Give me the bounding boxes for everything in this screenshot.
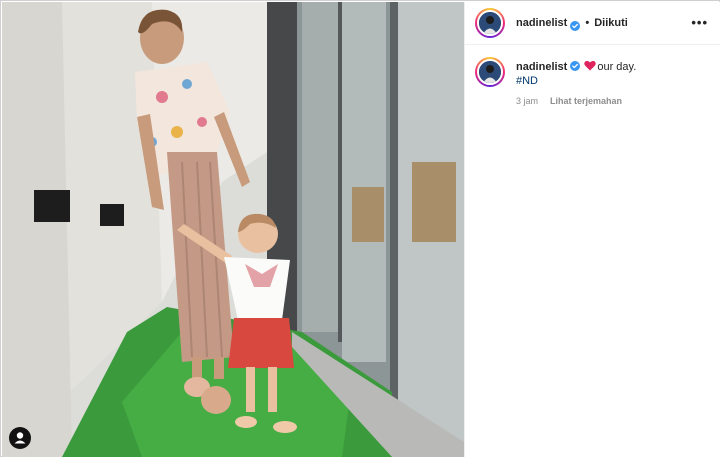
post-photo[interactable]	[2, 2, 464, 457]
profile-avatar[interactable]	[475, 8, 505, 38]
instagram-post-window: nadinelist • Diikuti ••• nadinelist our …	[0, 0, 720, 457]
caption-avatar[interactable]	[475, 57, 505, 87]
post-caption: nadinelist our day. #ND 3 jam Lihat terjem…	[465, 45, 720, 108]
photo-illustration	[2, 2, 464, 457]
more-options-icon[interactable]: •••	[691, 16, 708, 29]
caption-text: our day.	[597, 61, 637, 73]
follow-status-button[interactable]: Diikuti	[594, 17, 628, 29]
post-sidebar: nadinelist • Diikuti ••• nadinelist our …	[464, 2, 720, 457]
see-translation-button[interactable]: Lihat terjemahan	[550, 96, 622, 106]
hashtag-link[interactable]: #ND	[516, 74, 538, 88]
header-username[interactable]: nadinelist	[516, 17, 567, 29]
red-heart-emoji-icon	[584, 60, 597, 71]
user-tag-icon[interactable]	[9, 427, 31, 449]
verified-badge-icon	[570, 18, 581, 31]
header-separator: •	[585, 17, 590, 29]
caption-body: nadinelist our day. #ND 3 jam Lihat terjem…	[516, 57, 636, 108]
verified-badge-icon	[570, 61, 581, 71]
post-timestamp[interactable]: 3 jam	[516, 96, 538, 106]
caption-meta: 3 jam Lihat terjemahan	[516, 94, 636, 108]
caption-username[interactable]: nadinelist	[516, 61, 567, 73]
post-header: nadinelist • Diikuti •••	[465, 2, 720, 45]
